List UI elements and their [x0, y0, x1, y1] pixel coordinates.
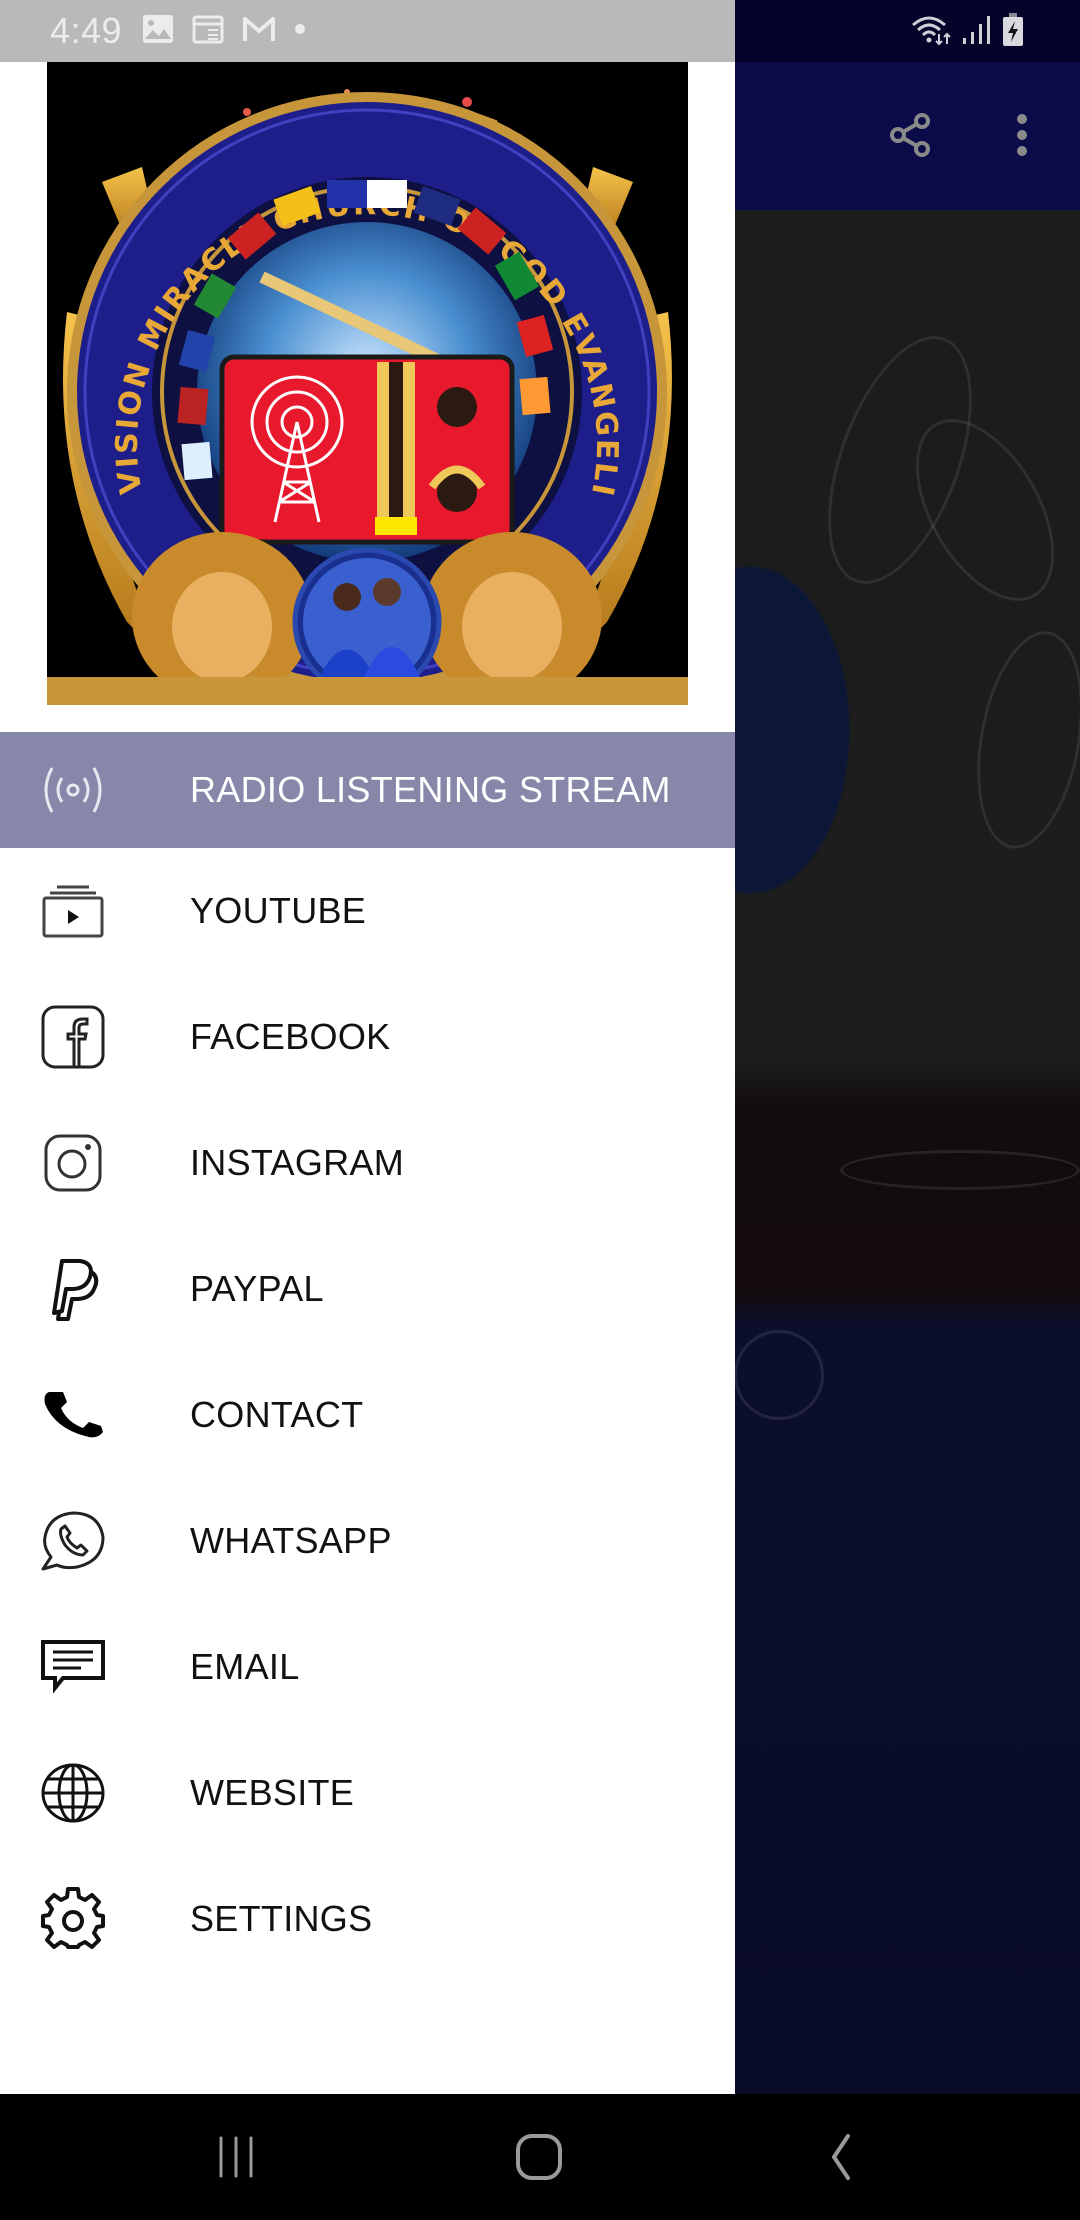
menu-item-label: SETTINGS — [190, 1898, 373, 1939]
system-navigation-bar — [0, 2094, 1080, 2220]
menu-item-settings[interactable]: SETTINGS — [0, 1856, 735, 1982]
menu-item-label: WHATSAPP — [190, 1520, 392, 1561]
back-icon — [832, 2134, 850, 2180]
video-library-icon — [40, 878, 106, 944]
menu-item-label: YOUTUBE — [190, 890, 367, 931]
image-icon — [142, 14, 174, 49]
recents-icon — [219, 2136, 253, 2178]
home-icon — [516, 2134, 562, 2180]
calendar-news-icon — [192, 14, 224, 49]
phone-icon — [40, 1382, 106, 1448]
wifi-icon — [910, 14, 952, 51]
facebook-icon — [40, 1004, 106, 1070]
menu-item-paypal[interactable]: PAYPAL — [0, 1226, 735, 1352]
menu-item-label: CONTACT — [190, 1394, 364, 1435]
notification-icons — [142, 14, 306, 48]
whatsapp-icon — [40, 1508, 106, 1574]
menu-item-label: RADIO LISTENING STREAM — [190, 769, 671, 810]
menu-item-facebook[interactable]: FACEBOOK — [0, 974, 735, 1100]
status-icons-right — [910, 10, 1024, 54]
menu-item-label: FACEBOOK — [190, 1016, 391, 1057]
message-icon — [40, 1634, 106, 1700]
dot-icon — [294, 22, 306, 40]
menu-item-whatsapp[interactable]: WHATSAPP — [0, 1478, 735, 1604]
menu-item-youtube[interactable]: YOUTUBE — [0, 848, 735, 974]
status-bar: 4:49 — [0, 0, 735, 62]
signal-icon — [962, 14, 992, 51]
instagram-icon — [40, 1130, 106, 1196]
radio-broadcast-icon — [40, 757, 106, 823]
menu-item-label: PAYPAL — [190, 1268, 324, 1309]
menu-item-instagram[interactable]: INSTAGRAM — [0, 1100, 735, 1226]
back-button[interactable] — [800, 2122, 880, 2192]
menu-item-contact[interactable]: CONTACT — [0, 1352, 735, 1478]
globe-icon — [40, 1760, 106, 1826]
home-button[interactable] — [499, 2122, 579, 2192]
paypal-icon — [40, 1256, 106, 1322]
more-options-button[interactable] — [1002, 110, 1042, 160]
church-logo: VISION MIRACLE CHURCH OF GOD EVANGELISTI… — [47, 62, 688, 705]
menu-item-website[interactable]: WEBSITE — [0, 1730, 735, 1856]
share-button[interactable] — [886, 110, 936, 160]
drawer-menu: RADIO LISTENING STREAM YOUTUBE FACEBOOK … — [0, 732, 735, 1982]
navigation-drawer: 4:49 VISION MIRACL O GOD EVANGELI RADIO … — [0, 0, 735, 2094]
gmail-icon — [242, 14, 276, 49]
menu-item-label: EMAIL — [190, 1646, 300, 1687]
gear-icon — [40, 1886, 106, 1952]
menu-item-label: WEBSITE — [190, 1772, 355, 1813]
more-vert-icon — [1017, 114, 1027, 156]
battery-charging-icon — [1002, 12, 1024, 52]
share-icon — [890, 113, 930, 157]
status-time: 4:49 — [50, 10, 123, 51]
menu-item-radio-listening-stream[interactable]: RADIO LISTENING STREAM — [0, 732, 735, 848]
recents-button[interactable] — [196, 2122, 276, 2192]
menu-item-label: INSTAGRAM — [190, 1142, 405, 1183]
menu-item-email[interactable]: EMAIL — [0, 1604, 735, 1730]
